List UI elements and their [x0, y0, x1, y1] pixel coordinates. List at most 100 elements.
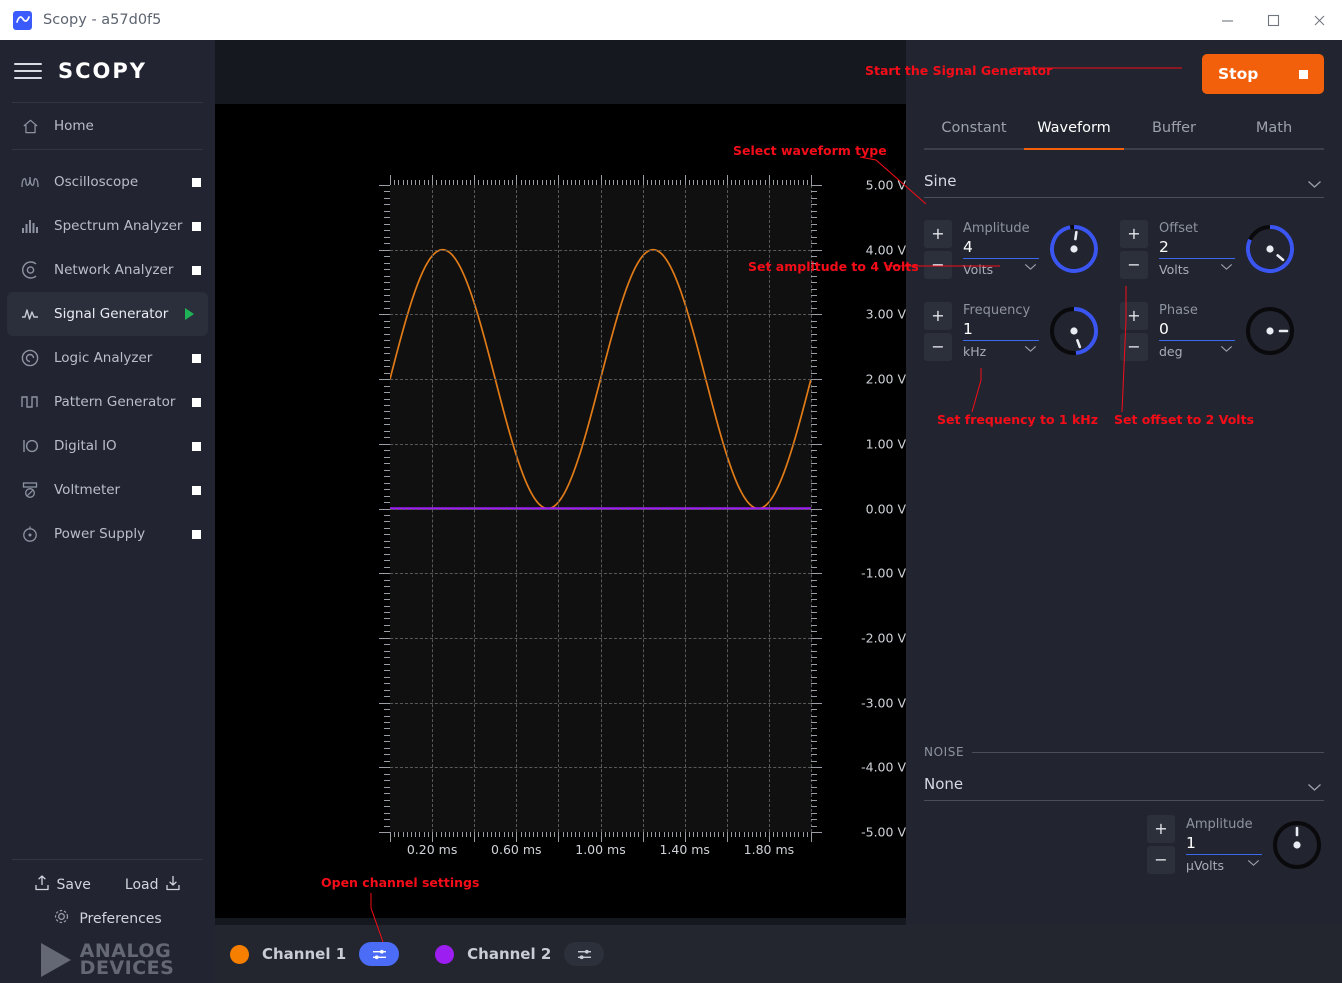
- tab-math[interactable]: Math: [1224, 108, 1324, 148]
- tab-rule: [924, 148, 1324, 150]
- amplitude-decrement-button[interactable]: −: [924, 250, 952, 279]
- state-indicator-running: [185, 308, 194, 320]
- amplitude-value[interactable]: 4: [963, 236, 1039, 258]
- state-indicator-stopped: [192, 397, 201, 407]
- sidebar-item-label: Network Analyzer: [54, 262, 174, 278]
- grid-line-v: [516, 185, 518, 832]
- chevron-down-icon[interactable]: [1024, 338, 1037, 357]
- offset-increment-button[interactable]: +: [1120, 219, 1148, 248]
- sidebar-item-spectrum-analyzer[interactable]: Spectrum Analyzer: [0, 204, 215, 248]
- noise-amplitude-value[interactable]: 1: [1186, 832, 1262, 854]
- sidebar-item-oscilloscope[interactable]: Oscilloscope: [0, 160, 215, 204]
- home-icon: [16, 117, 44, 136]
- offset-label: Offset: [1159, 221, 1199, 236]
- y-axis-tick-label: -4.00 V: [861, 759, 906, 775]
- y-axis-tick-label: 4.00 V: [865, 242, 906, 258]
- x-axis-tick-label: 1.80 ms: [743, 842, 795, 857]
- waveform-controls: + − Amplitude 4 Volts + − Offset 2 Volts: [906, 198, 1342, 372]
- load-label: Load: [124, 877, 159, 893]
- sidebar-item-digital-io[interactable]: Digital IO: [0, 424, 215, 468]
- save-label: Save: [56, 877, 91, 893]
- chevron-down-icon[interactable]: [1024, 256, 1037, 275]
- app-icon: [13, 10, 32, 30]
- preferences-button[interactable]: Preferences: [0, 908, 215, 929]
- sidebar-item-pattern-generator[interactable]: Pattern Generator: [0, 380, 215, 424]
- chevron-down-icon: [1307, 777, 1322, 796]
- spectrum-icon: [16, 217, 44, 235]
- sidebar-item-network-analyzer[interactable]: Network Analyzer: [0, 248, 215, 292]
- offset-field[interactable]: Offset 2 Volts: [1159, 221, 1235, 277]
- chevron-down-icon[interactable]: [1220, 338, 1233, 357]
- sidebar-item-logic-analyzer[interactable]: Logic Analyzer: [0, 336, 215, 380]
- grid-line-v: [642, 185, 644, 832]
- close-icon[interactable]: [1296, 0, 1342, 40]
- scopy-window: Scopy - a57d0f5 SCOPY Home Oscilloscope …: [0, 0, 1342, 983]
- amplitude-increment-button[interactable]: +: [924, 219, 952, 248]
- noise-amplitude-knob[interactable]: [1270, 818, 1324, 872]
- sidebar: SCOPY Home Oscilloscope Spectrum Analyze…: [0, 40, 215, 983]
- digital-io-icon: [16, 436, 44, 456]
- noise-amplitude-decrement-button[interactable]: −: [1147, 846, 1175, 874]
- tab-buffer[interactable]: Buffer: [1124, 108, 1224, 148]
- sidebar-item-signal-generator[interactable]: Signal Generator: [7, 292, 208, 336]
- state-indicator-stopped: [192, 177, 201, 187]
- frequency-increment-button[interactable]: +: [924, 301, 952, 330]
- tab-constant[interactable]: Constant: [924, 108, 1024, 148]
- amplitude-label: Amplitude: [963, 221, 1030, 236]
- offset-value[interactable]: 2: [1159, 236, 1235, 258]
- hamburger-icon[interactable]: [14, 60, 42, 82]
- y-axis-tick-label: 1.00 V: [865, 436, 906, 452]
- window-controls: [1204, 0, 1342, 40]
- frequency-value[interactable]: 1: [963, 318, 1039, 340]
- panel-tabs: Constant Waveform Buffer Math: [906, 108, 1342, 148]
- y-axis-tick-label: 3.00 V: [865, 306, 906, 322]
- sidebar-item-home[interactable]: Home: [0, 103, 215, 149]
- tab-waveform[interactable]: Waveform: [1024, 108, 1124, 148]
- phase-knob[interactable]: [1243, 304, 1297, 358]
- chevron-down-icon[interactable]: [1247, 852, 1260, 871]
- load-button[interactable]: Load: [125, 874, 183, 896]
- noise-amplitude-stepper: + −: [1147, 815, 1175, 874]
- phase-decrement-button[interactable]: −: [1120, 332, 1148, 361]
- save-button[interactable]: Save: [33, 874, 91, 896]
- phase-value[interactable]: 0: [1159, 318, 1235, 340]
- sidebar-item-voltmeter[interactable]: Voltmeter: [0, 468, 215, 512]
- noise-amplitude-field[interactable]: Amplitude 1 µVolts: [1186, 817, 1262, 873]
- stop-button[interactable]: Stop: [1202, 54, 1324, 94]
- amplitude-field[interactable]: Amplitude 4 Volts: [963, 221, 1039, 277]
- frequency-knob[interactable]: [1047, 304, 1101, 358]
- state-indicator-stopped: [192, 441, 201, 451]
- offset-knob[interactable]: [1243, 222, 1297, 276]
- preferences-label: Preferences: [79, 910, 162, 927]
- waveform-type-select[interactable]: Sine: [924, 172, 1324, 198]
- x-axis-tick-label: 0.60 ms: [491, 842, 542, 857]
- save-icon: [33, 874, 51, 896]
- sidebar-item-label: Signal Generator: [54, 306, 169, 322]
- phase-stepper: + −: [1120, 301, 1148, 361]
- sidebar-item-label: Voltmeter: [54, 482, 121, 498]
- plot-area[interactable]: 5.00 V 4.00 V 3.00 V 2.00 V 1.00 V 0.00 V -1.0…: [215, 104, 906, 918]
- sidebar-item-power-supply[interactable]: Power Supply: [0, 512, 215, 556]
- sidebar-item-label: Oscilloscope: [54, 174, 139, 190]
- frequency-field[interactable]: Frequency 1 kHz: [963, 303, 1039, 359]
- amplitude-knob[interactable]: [1047, 222, 1101, 276]
- chevron-down-icon[interactable]: [1220, 256, 1233, 275]
- sidebar-item-label: Logic Analyzer: [54, 350, 153, 366]
- minimize-icon[interactable]: [1204, 0, 1250, 40]
- channel-1-settings-button[interactable]: [359, 942, 400, 966]
- channel-2-settings-button[interactable]: [564, 942, 605, 966]
- noise-type-value: None: [924, 775, 964, 793]
- channel-1-label: Channel 1: [262, 945, 347, 963]
- phase-field[interactable]: Phase 0 deg: [1159, 303, 1235, 359]
- state-indicator-stopped: [192, 529, 201, 539]
- phase-increment-button[interactable]: +: [1120, 301, 1148, 330]
- maximize-icon[interactable]: [1250, 0, 1296, 40]
- annotation-label: Set frequency to 1 kHz: [937, 412, 1099, 427]
- frequency-decrement-button[interactable]: −: [924, 332, 952, 361]
- noise-section-title: NOISE: [924, 745, 965, 759]
- noise-amplitude-increment-button[interactable]: +: [1147, 815, 1175, 843]
- pattern-generator-icon: [16, 393, 44, 411]
- noise-type-select[interactable]: None: [924, 775, 1324, 801]
- amplitude-stepper: + −: [924, 219, 952, 279]
- offset-decrement-button[interactable]: −: [1120, 250, 1148, 279]
